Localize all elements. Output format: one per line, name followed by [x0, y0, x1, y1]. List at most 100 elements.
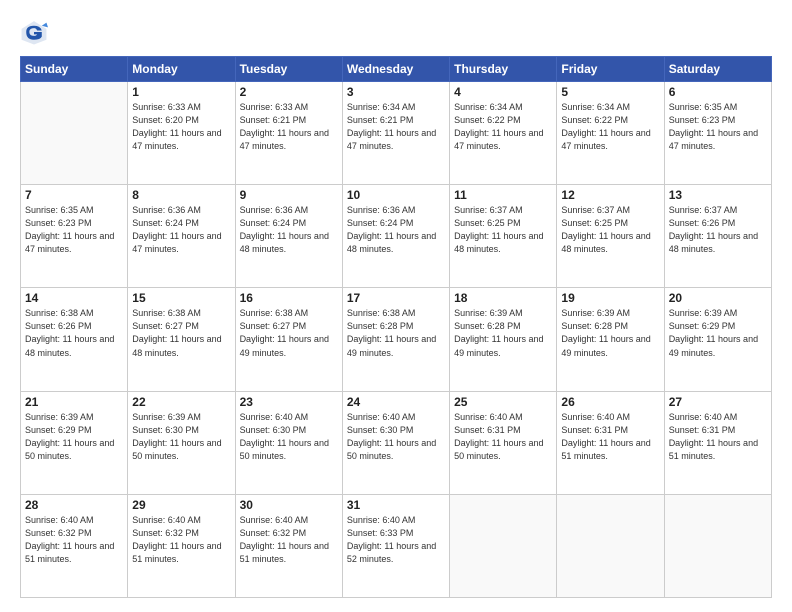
- day-number: 26: [561, 395, 659, 409]
- day-info: Sunrise: 6:39 AM Sunset: 6:29 PM Dayligh…: [25, 411, 123, 463]
- day-info: Sunrise: 6:36 AM Sunset: 6:24 PM Dayligh…: [347, 204, 445, 256]
- calendar-cell: [21, 82, 128, 185]
- calendar-cell: 22Sunrise: 6:39 AM Sunset: 6:30 PM Dayli…: [128, 391, 235, 494]
- calendar-cell: 10Sunrise: 6:36 AM Sunset: 6:24 PM Dayli…: [342, 185, 449, 288]
- calendar-cell: 9 Sunrise: 6:36 AM Sunset: 6:24 PM Daylig…: [235, 185, 342, 288]
- day-number: 19: [561, 291, 659, 305]
- week-row: 1 Sunrise: 6:33 AM Sunset: 6:20 PM Daylig…: [21, 82, 772, 185]
- calendar-cell: 2Sunrise: 6:33 AM Sunset: 6:21 PM Daylig…: [235, 82, 342, 185]
- day-info: Sunrise: 6:35 AM Sunset: 6:23 PM Dayligh…: [25, 204, 123, 256]
- weekday-header: Saturday: [664, 57, 771, 82]
- day-number: 30: [240, 498, 338, 512]
- calendar-cell: 7 Sunrise: 6:35 AM Sunset: 6:23 PM Daylig…: [21, 185, 128, 288]
- calendar-cell: 17 Sunrise: 6:38 AM Sunset: 6:28 PM Dayli…: [342, 288, 449, 391]
- day-info: Sunrise: 6:40 AM Sunset: 6:31 PM Dayligh…: [669, 411, 767, 463]
- day-info: Sunrise: 6:39 AM Sunset: 6:29 PM Dayligh…: [669, 307, 767, 359]
- weekday-header: Wednesday: [342, 57, 449, 82]
- calendar-cell: 27 Sunrise: 6:40 AM Sunset: 6:31 PM Dayli…: [664, 391, 771, 494]
- day-info: Sunrise: 6:37 AM Sunset: 6:25 PM Dayligh…: [561, 204, 659, 256]
- weekday-header: Monday: [128, 57, 235, 82]
- day-number: 27: [669, 395, 767, 409]
- day-number: 6: [669, 85, 767, 99]
- calendar-cell: 6 Sunrise: 6:35 AM Sunset: 6:23 PM Daylig…: [664, 82, 771, 185]
- day-info: Sunrise: 6:38 AM Sunset: 6:28 PM Dayligh…: [347, 307, 445, 359]
- day-info: Sunrise: 6:40 AM Sunset: 6:31 PM Dayligh…: [454, 411, 552, 463]
- calendar-cell: 14Sunrise: 6:38 AM Sunset: 6:26 PM Dayli…: [21, 288, 128, 391]
- day-number: 20: [669, 291, 767, 305]
- day-number: 17: [347, 291, 445, 305]
- day-info: Sunrise: 6:38 AM Sunset: 6:26 PM Dayligh…: [25, 307, 123, 359]
- day-info: Sunrise: 6:34 AM Sunset: 6:21 PM Dayligh…: [347, 101, 445, 153]
- calendar-cell: 19Sunrise: 6:39 AM Sunset: 6:28 PM Dayli…: [557, 288, 664, 391]
- week-row: 21 Sunrise: 6:39 AM Sunset: 6:29 PM Dayli…: [21, 391, 772, 494]
- calendar-cell: 15 Sunrise: 6:38 AM Sunset: 6:27 PM Dayli…: [128, 288, 235, 391]
- week-row: 14Sunrise: 6:38 AM Sunset: 6:26 PM Dayli…: [21, 288, 772, 391]
- calendar-cell: 12 Sunrise: 6:37 AM Sunset: 6:25 PM Dayli…: [557, 185, 664, 288]
- day-info: Sunrise: 6:40 AM Sunset: 6:32 PM Dayligh…: [25, 514, 123, 566]
- day-info: Sunrise: 6:40 AM Sunset: 6:30 PM Dayligh…: [347, 411, 445, 463]
- calendar-cell: 29 Sunrise: 6:40 AM Sunset: 6:32 PM Dayli…: [128, 494, 235, 597]
- day-number: 9: [240, 188, 338, 202]
- calendar-cell: [450, 494, 557, 597]
- calendar-cell: 23 Sunrise: 6:40 AM Sunset: 6:30 PM Dayli…: [235, 391, 342, 494]
- day-number: 25: [454, 395, 552, 409]
- day-number: 15: [132, 291, 230, 305]
- calendar-cell: [664, 494, 771, 597]
- day-info: Sunrise: 6:33 AM Sunset: 6:20 PM Dayligh…: [132, 101, 230, 153]
- calendar-cell: 5Sunrise: 6:34 AM Sunset: 6:22 PM Daylig…: [557, 82, 664, 185]
- day-info: Sunrise: 6:38 AM Sunset: 6:27 PM Dayligh…: [132, 307, 230, 359]
- calendar-cell: 26 Sunrise: 6:40 AM Sunset: 6:31 PM Dayli…: [557, 391, 664, 494]
- day-info: Sunrise: 6:39 AM Sunset: 6:28 PM Dayligh…: [454, 307, 552, 359]
- calendar-header: SundayMondayTuesdayWednesdayThursdayFrid…: [21, 57, 772, 82]
- day-number: 24: [347, 395, 445, 409]
- day-info: Sunrise: 6:40 AM Sunset: 6:33 PM Dayligh…: [347, 514, 445, 566]
- day-number: 21: [25, 395, 123, 409]
- calendar-cell: 25 Sunrise: 6:40 AM Sunset: 6:31 PM Dayli…: [450, 391, 557, 494]
- header: [20, 18, 772, 46]
- day-info: Sunrise: 6:35 AM Sunset: 6:23 PM Dayligh…: [669, 101, 767, 153]
- logo-icon: [20, 18, 48, 46]
- day-number: 23: [240, 395, 338, 409]
- calendar-cell: 11 Sunrise: 6:37 AM Sunset: 6:25 PM Dayli…: [450, 185, 557, 288]
- calendar-cell: 8 Sunrise: 6:36 AM Sunset: 6:24 PM Daylig…: [128, 185, 235, 288]
- day-info: Sunrise: 6:40 AM Sunset: 6:30 PM Dayligh…: [240, 411, 338, 463]
- day-info: Sunrise: 6:38 AM Sunset: 6:27 PM Dayligh…: [240, 307, 338, 359]
- calendar-cell: 28 Sunrise: 6:40 AM Sunset: 6:32 PM Dayli…: [21, 494, 128, 597]
- calendar-cell: 4Sunrise: 6:34 AM Sunset: 6:22 PM Daylig…: [450, 82, 557, 185]
- day-number: 4: [454, 85, 552, 99]
- day-number: 22: [132, 395, 230, 409]
- weekday-header: Sunday: [21, 57, 128, 82]
- day-info: Sunrise: 6:40 AM Sunset: 6:32 PM Dayligh…: [132, 514, 230, 566]
- day-info: Sunrise: 6:40 AM Sunset: 6:31 PM Dayligh…: [561, 411, 659, 463]
- day-info: Sunrise: 6:33 AM Sunset: 6:21 PM Dayligh…: [240, 101, 338, 153]
- calendar-cell: 16Sunrise: 6:38 AM Sunset: 6:27 PM Dayli…: [235, 288, 342, 391]
- calendar: SundayMondayTuesdayWednesdayThursdayFrid…: [20, 56, 772, 598]
- day-number: 8: [132, 188, 230, 202]
- week-row: 7 Sunrise: 6:35 AM Sunset: 6:23 PM Daylig…: [21, 185, 772, 288]
- calendar-body: 1 Sunrise: 6:33 AM Sunset: 6:20 PM Daylig…: [21, 82, 772, 598]
- page: SundayMondayTuesdayWednesdayThursdayFrid…: [0, 0, 792, 612]
- day-info: Sunrise: 6:37 AM Sunset: 6:26 PM Dayligh…: [669, 204, 767, 256]
- calendar-cell: 31 Sunrise: 6:40 AM Sunset: 6:33 PM Dayli…: [342, 494, 449, 597]
- weekday-header: Thursday: [450, 57, 557, 82]
- weekday-header: Friday: [557, 57, 664, 82]
- day-number: 5: [561, 85, 659, 99]
- day-info: Sunrise: 6:36 AM Sunset: 6:24 PM Dayligh…: [240, 204, 338, 256]
- logo: [20, 18, 52, 46]
- calendar-cell: 21 Sunrise: 6:39 AM Sunset: 6:29 PM Dayli…: [21, 391, 128, 494]
- day-number: 7: [25, 188, 123, 202]
- day-number: 13: [669, 188, 767, 202]
- day-number: 1: [132, 85, 230, 99]
- day-number: 12: [561, 188, 659, 202]
- calendar-cell: 24 Sunrise: 6:40 AM Sunset: 6:30 PM Dayli…: [342, 391, 449, 494]
- day-number: 28: [25, 498, 123, 512]
- day-info: Sunrise: 6:36 AM Sunset: 6:24 PM Dayligh…: [132, 204, 230, 256]
- day-number: 11: [454, 188, 552, 202]
- day-number: 31: [347, 498, 445, 512]
- calendar-cell: 20 Sunrise: 6:39 AM Sunset: 6:29 PM Dayli…: [664, 288, 771, 391]
- week-row: 28 Sunrise: 6:40 AM Sunset: 6:32 PM Dayli…: [21, 494, 772, 597]
- day-number: 29: [132, 498, 230, 512]
- day-info: Sunrise: 6:37 AM Sunset: 6:25 PM Dayligh…: [454, 204, 552, 256]
- calendar-cell: 3Sunrise: 6:34 AM Sunset: 6:21 PM Daylig…: [342, 82, 449, 185]
- calendar-cell: 1 Sunrise: 6:33 AM Sunset: 6:20 PM Daylig…: [128, 82, 235, 185]
